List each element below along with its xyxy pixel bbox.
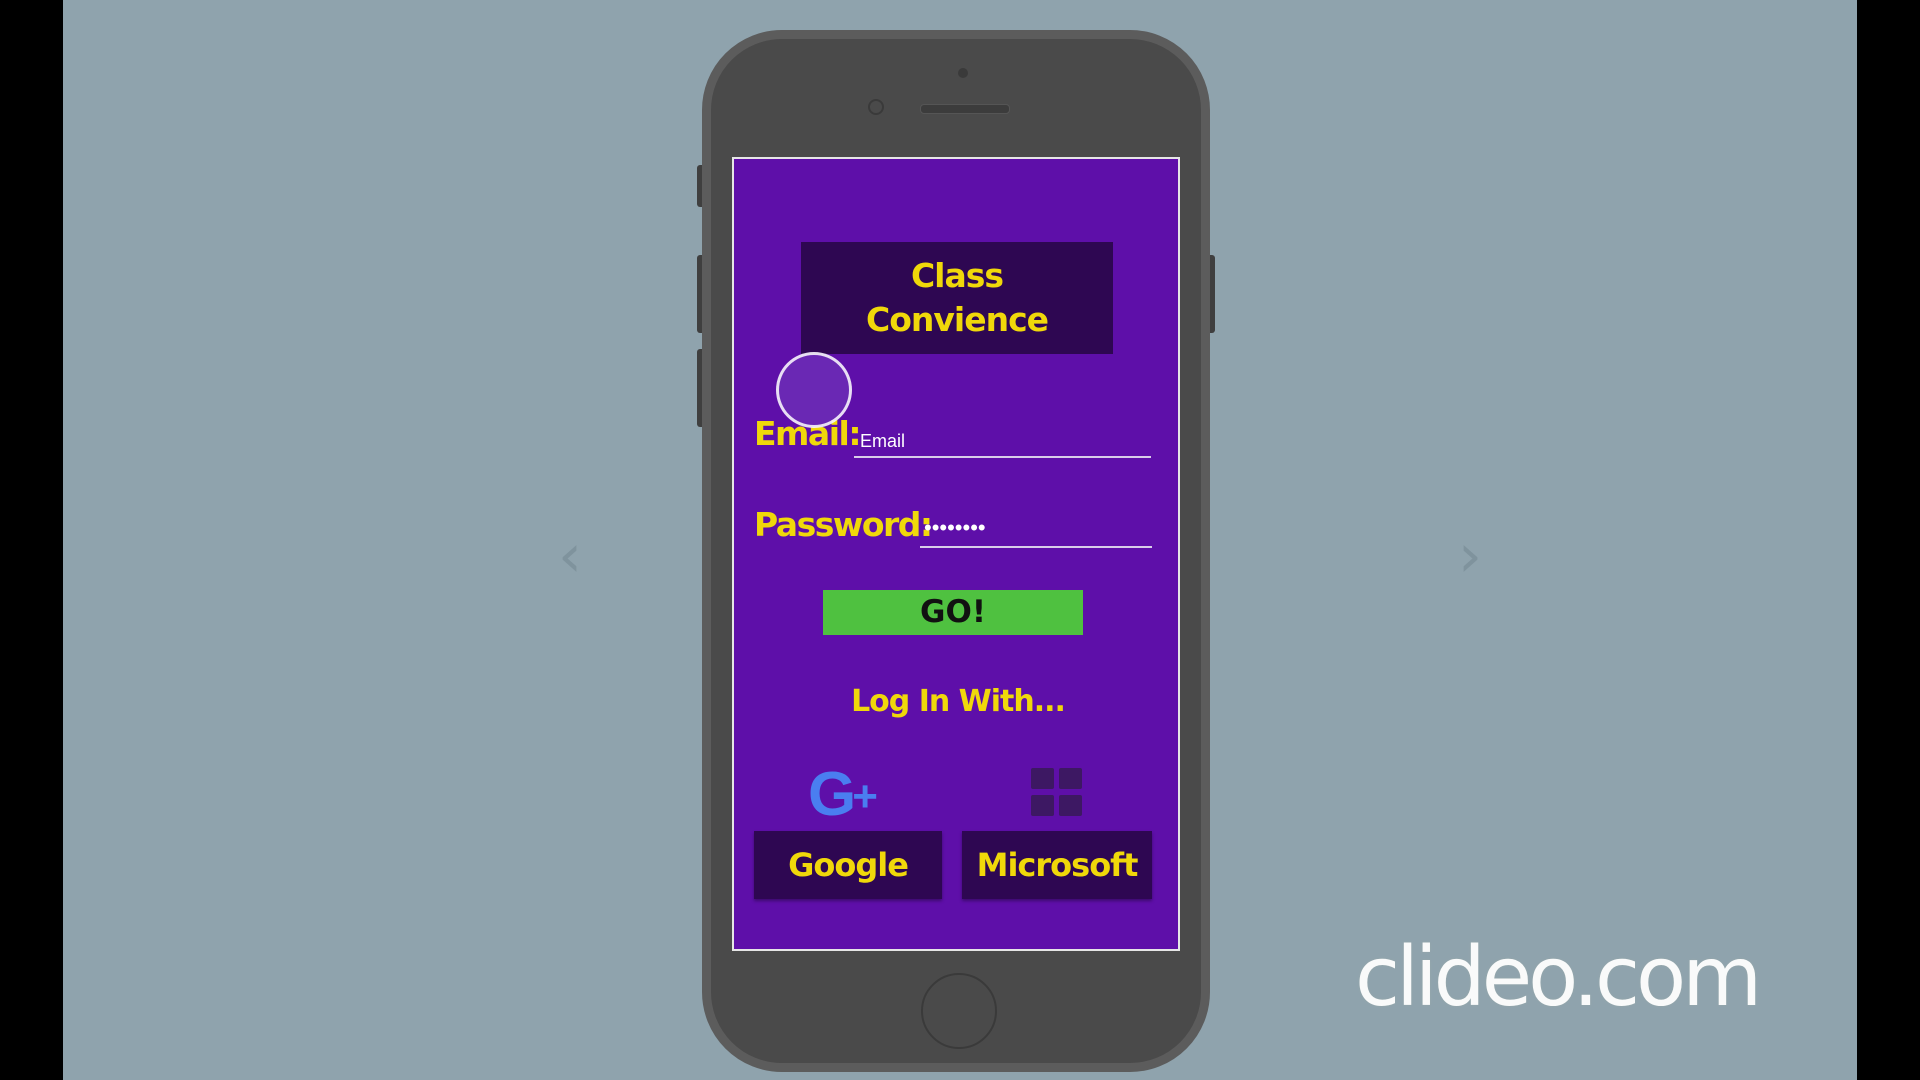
touch-cursor-indicator (776, 352, 852, 428)
phone-earpiece (920, 104, 1010, 114)
email-field[interactable]: Email (854, 423, 1151, 458)
chevron-right-icon[interactable]: › (1453, 526, 1487, 586)
app-title: Class Convience (865, 256, 1049, 339)
google-login-button[interactable]: Google (754, 831, 942, 899)
app-screen: Class Convience Email: Email Password: •… (732, 157, 1180, 951)
google-plus-icon: G+ (808, 764, 898, 826)
microsoft-square-3 (1031, 795, 1054, 816)
chevron-left-icon[interactable]: ‹ (553, 526, 587, 586)
watermark: clideo.com (1355, 930, 1762, 1025)
microsoft-square-1 (1031, 768, 1054, 789)
password-field[interactable]: •••••••• (920, 513, 1152, 548)
go-button[interactable]: GO! (823, 590, 1083, 635)
login-with-heading: Log In With... (851, 684, 1066, 719)
google-logo-letter: G (808, 760, 856, 829)
phone-sensor (958, 68, 968, 78)
password-label: Password: (754, 505, 933, 544)
microsoft-login-button[interactable]: Microsoft (962, 831, 1152, 899)
front-camera-icon (868, 99, 884, 115)
microsoft-grid-icon (1031, 768, 1085, 818)
microsoft-square-2 (1059, 768, 1082, 789)
microsoft-square-4 (1059, 795, 1082, 816)
google-logo-plus: + (852, 772, 878, 821)
app-title-box: Class Convience (801, 242, 1113, 354)
home-button[interactable] (921, 973, 997, 1049)
